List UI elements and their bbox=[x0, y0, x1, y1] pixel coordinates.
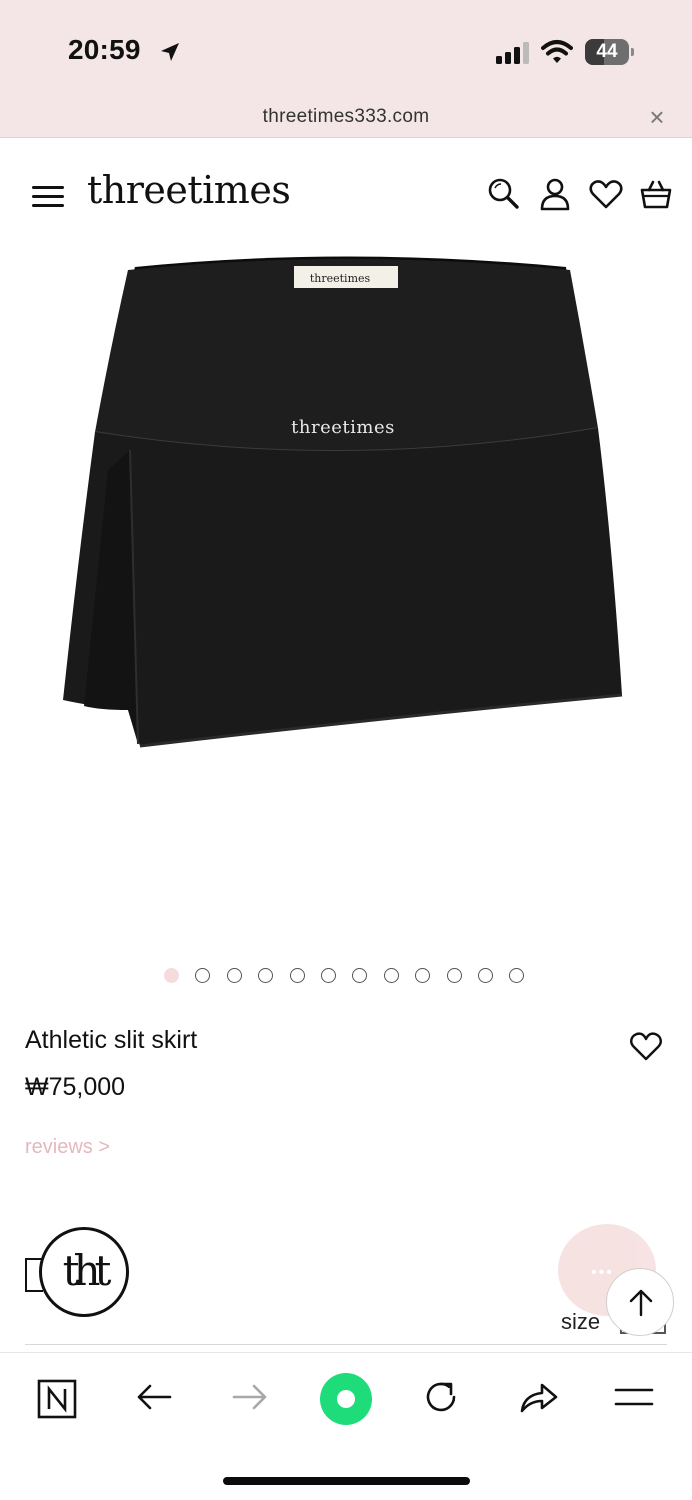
tht-logo-text: tht bbox=[62, 1246, 112, 1295]
divider bbox=[25, 1344, 667, 1345]
tht-logo-badge[interactable]: tht bbox=[39, 1227, 129, 1317]
battery-cap bbox=[631, 48, 634, 56]
product-title: Athletic slit skirt bbox=[25, 1026, 198, 1054]
wishlist-heart-icon[interactable] bbox=[629, 1030, 663, 1062]
site-logo[interactable]: threetimes bbox=[87, 168, 291, 212]
heart-icon[interactable] bbox=[588, 176, 624, 212]
battery-indicator: 44 bbox=[585, 39, 635, 65]
search-icon[interactable] bbox=[486, 176, 522, 212]
browser-toolbar bbox=[0, 1352, 692, 1500]
carousel-dot[interactable] bbox=[383, 968, 399, 983]
reviews-link[interactable]: reviews > bbox=[25, 1136, 110, 1159]
home-icon[interactable] bbox=[318, 1371, 374, 1427]
forward-icon[interactable] bbox=[228, 1375, 272, 1419]
close-icon[interactable]: × bbox=[644, 104, 670, 132]
carousel-dot[interactable] bbox=[226, 968, 242, 983]
location-arrow-icon bbox=[161, 43, 179, 61]
home-indicator bbox=[223, 1477, 470, 1485]
carousel-dot[interactable] bbox=[164, 968, 179, 983]
wifi-icon bbox=[541, 40, 573, 63]
carousel-dot[interactable] bbox=[446, 968, 462, 983]
carousel-dot[interactable] bbox=[289, 968, 305, 983]
size-label[interactable]: size bbox=[561, 1309, 600, 1335]
label-tag-text: threetimes bbox=[310, 272, 371, 285]
status-time: 20:59 bbox=[68, 34, 141, 65]
reload-icon[interactable] bbox=[419, 1375, 463, 1419]
cellular-signal-icon bbox=[496, 42, 529, 64]
product-price: ₩75,000 bbox=[25, 1073, 126, 1101]
carousel-dot[interactable] bbox=[478, 968, 493, 983]
more-icon[interactable] bbox=[612, 1375, 656, 1419]
carousel-dot[interactable] bbox=[415, 968, 431, 983]
battery-percentage: 44 bbox=[596, 41, 618, 62]
carousel-dot[interactable] bbox=[258, 968, 274, 983]
share-icon[interactable] bbox=[516, 1375, 560, 1419]
waistband-logo-text: threetimes bbox=[291, 417, 395, 438]
scroll-to-top-button[interactable] bbox=[606, 1268, 674, 1336]
arrow-up-icon bbox=[629, 1289, 653, 1317]
back-icon[interactable] bbox=[132, 1375, 176, 1419]
top-bar: 20:59 44 threetimes333.com × bbox=[0, 0, 692, 138]
carousel-dot[interactable] bbox=[321, 968, 336, 983]
url-domain[interactable]: threetimes333.com bbox=[0, 106, 692, 128]
cart-icon[interactable] bbox=[638, 176, 674, 212]
carousel-dot[interactable] bbox=[195, 968, 211, 983]
carousel-dot[interactable] bbox=[352, 968, 368, 983]
menu-icon[interactable] bbox=[32, 184, 66, 210]
naver-icon[interactable] bbox=[35, 1375, 79, 1419]
carousel-dot[interactable] bbox=[509, 968, 525, 983]
user-icon[interactable] bbox=[537, 176, 573, 212]
product-image[interactable]: threetimes threetimes bbox=[0, 240, 692, 940]
